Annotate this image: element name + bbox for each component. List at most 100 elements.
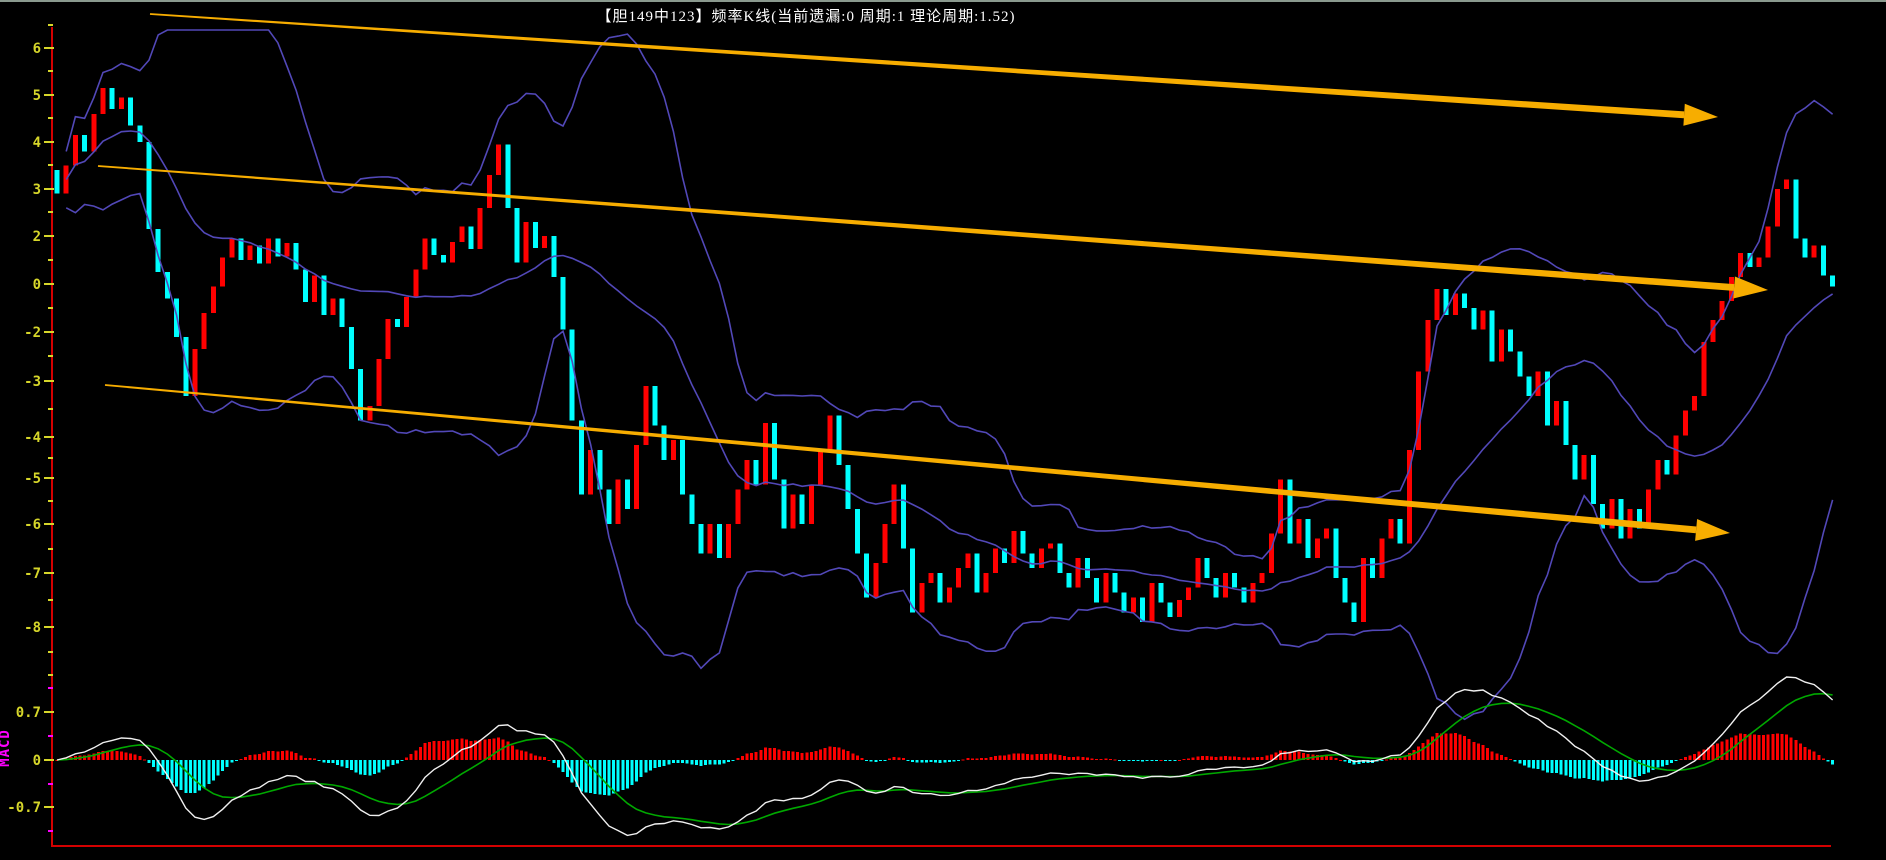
macd-hist-bar-down xyxy=(593,760,597,794)
macd-hist-bar-up xyxy=(1053,754,1057,760)
candle-up xyxy=(118,97,124,110)
candle-up xyxy=(1250,582,1256,603)
macd-hist-bar-down xyxy=(690,760,694,765)
macd-hist-bar-up xyxy=(1771,734,1775,760)
macd-hist-bar-down xyxy=(1545,760,1549,773)
macd-hist-bar-up xyxy=(1237,757,1241,760)
candle-down xyxy=(1618,499,1624,539)
y-axis-label: -2 xyxy=(24,325,41,341)
macd-hist-bar-down xyxy=(395,760,399,764)
macd-hist-bar-down xyxy=(874,760,878,762)
macd-hist-bar-down xyxy=(391,760,395,766)
candle-down xyxy=(1802,238,1808,258)
y-axis-tick xyxy=(44,436,54,438)
candle-up xyxy=(1673,435,1679,475)
macd-hist-bar-down xyxy=(336,760,340,765)
macd-hist-bar-down xyxy=(372,760,376,774)
bands xyxy=(65,29,1834,721)
macd-hist-bar-up xyxy=(989,756,993,760)
macd-hist-bar-up xyxy=(1044,753,1048,760)
candle-down xyxy=(1489,310,1495,362)
macd-hist-bar-up xyxy=(970,758,974,760)
macd-hist-bar-up xyxy=(1265,755,1269,760)
macd-hist-bar-down xyxy=(671,760,675,763)
macd-hist-bar-down xyxy=(1145,760,1149,761)
candle-down xyxy=(716,523,722,559)
macd-hist-bar-down xyxy=(1527,760,1531,768)
macd-hist-bar-up xyxy=(1099,758,1103,760)
macd-hist-bar-down xyxy=(676,760,680,764)
candle-down xyxy=(836,415,842,465)
macd-hist-bar-down xyxy=(579,760,583,792)
candle-down xyxy=(1590,454,1596,505)
candle-up xyxy=(1784,179,1790,189)
macd-hist-bar-up xyxy=(497,737,501,760)
macd-hist-bar-up xyxy=(239,758,243,760)
y-axis-tick xyxy=(44,188,54,190)
candle-up xyxy=(1296,518,1302,544)
candle-up xyxy=(808,484,814,524)
macd-hist-bar-down xyxy=(561,760,565,773)
macd-hist-bar-down xyxy=(952,760,956,762)
candle-down xyxy=(652,386,658,426)
macd-hist-bar-up xyxy=(441,740,445,760)
y-axis-tick xyxy=(44,626,54,628)
macd-hist-bar-up xyxy=(1003,755,1007,760)
candle-up xyxy=(330,298,336,316)
macd-hist-bar-up xyxy=(1426,739,1430,760)
macd-hist-bar-down xyxy=(943,760,947,763)
macd-hist-bar-up xyxy=(510,745,514,760)
macd-hist-bar-up xyxy=(966,758,970,760)
macd-hist-bar-down xyxy=(1831,760,1835,765)
macd-hist-bar-up xyxy=(1269,754,1273,760)
candle-up xyxy=(891,484,897,524)
macd-hist-bar-up xyxy=(791,751,795,760)
macd-hist-bar-up xyxy=(1794,740,1798,760)
macd-hist-bar-up xyxy=(1219,756,1223,760)
macd-hist-bar-up xyxy=(1233,756,1237,760)
macd-hist-bar-down xyxy=(911,760,915,762)
candle-up xyxy=(790,494,796,529)
candle-up xyxy=(312,275,318,302)
macd-hist-bar-up xyxy=(432,740,436,760)
macd-hist-bar-up xyxy=(1821,758,1825,760)
y-axis-minor-tick xyxy=(48,259,53,261)
macd-hist-bar-up xyxy=(1104,758,1108,760)
macd-hist-bar-down xyxy=(340,760,344,767)
macd-hist-bar-up xyxy=(543,757,547,760)
candle-up xyxy=(459,226,465,242)
macd-hist-bar-up xyxy=(961,759,965,761)
macd-hist-bar-down xyxy=(865,760,869,761)
macd-hist-bar-up xyxy=(405,757,409,760)
y-axis-minor-tick xyxy=(48,408,53,410)
macd-hist-bar-down xyxy=(1656,760,1660,768)
macd-hist-bar-down xyxy=(359,760,363,775)
candle-down xyxy=(1508,329,1514,352)
macd-hist-bar-down xyxy=(924,760,928,763)
candle-up xyxy=(1103,572,1109,603)
candle-up xyxy=(1425,320,1431,372)
y-axis-minor-tick xyxy=(48,651,53,653)
macd-hist-bar-up xyxy=(1191,757,1195,760)
macd-hist-bar-down xyxy=(377,760,381,773)
candle-down xyxy=(772,422,778,480)
macd-hist-bar-up xyxy=(1798,743,1802,760)
y-axis-label: -3 xyxy=(24,374,41,390)
macd-hist-bar-down xyxy=(225,760,229,767)
macd-hist-bar-up xyxy=(1472,741,1476,760)
macd-hist-bar-down xyxy=(1131,760,1135,761)
macd-hist-bar-down xyxy=(1582,760,1586,779)
macd-hist-bar-down xyxy=(386,760,390,767)
y-axis-tick xyxy=(44,523,54,525)
candle-up xyxy=(1314,538,1320,559)
candle-down xyxy=(781,479,787,529)
candle-down xyxy=(1140,597,1146,623)
macd-axis-minor-tick xyxy=(48,783,53,785)
macd-hist-bar-down xyxy=(1168,760,1172,761)
y-axis-tick xyxy=(44,141,54,143)
chart-canvas[interactable]: 6 5 4 3 2 0 -2 -3 -4 -5 -6 -7 -8 0.7 0 -0.7 xyxy=(0,0,1886,860)
macd-hist-bar-up xyxy=(759,749,763,760)
macd-hist-bar-up xyxy=(1072,756,1076,760)
macd-hist-bar-up xyxy=(1223,756,1227,760)
macd-hist-bar-down xyxy=(630,760,634,786)
